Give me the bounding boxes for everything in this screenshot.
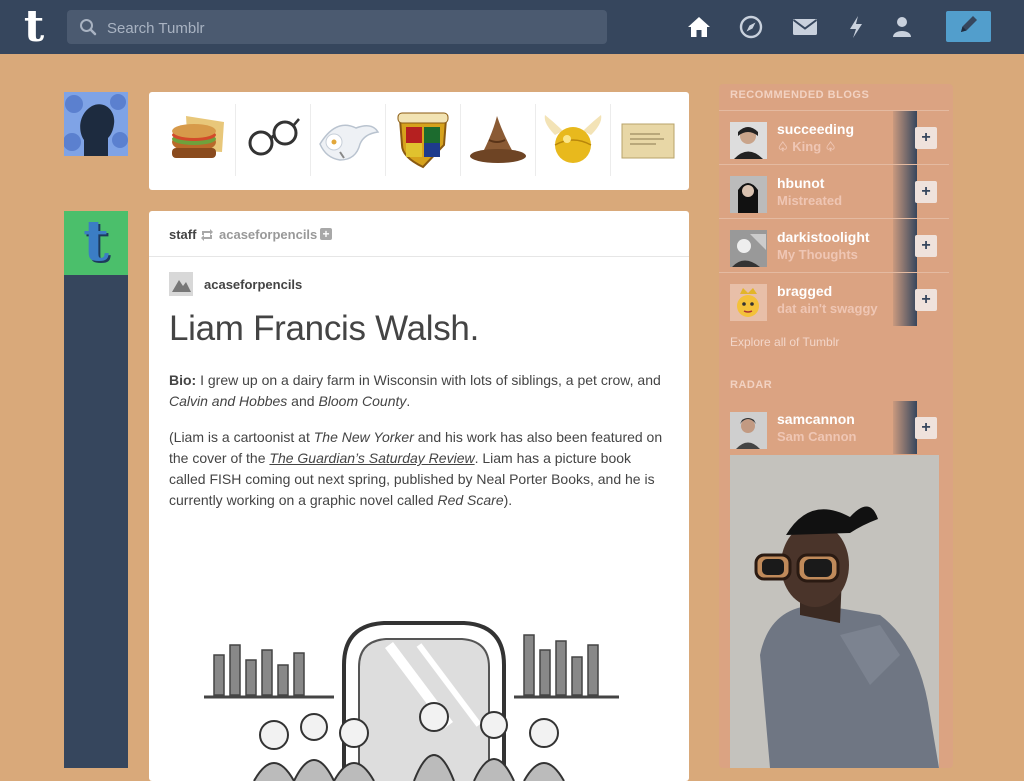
blog-subtitle: ♤ King ♤ — [777, 139, 837, 154]
info-paragraph: (Liam is a cartoonist at The New Yorker … — [169, 427, 669, 511]
hogwarts-crest-icon — [386, 104, 461, 176]
cartoon-image — [194, 605, 629, 781]
blog-name[interactable]: succeeding — [777, 121, 854, 137]
blog-avatar[interactable] — [730, 230, 767, 267]
blog-preview-strip — [893, 219, 917, 272]
reblogged-from-link[interactable]: acaseforpencils — [219, 227, 317, 242]
info-emphasis: Red Scare — [437, 492, 504, 508]
post-title: Liam Francis Walsh. — [169, 309, 480, 348]
home-icon[interactable] — [686, 14, 712, 40]
blog-avatar[interactable] — [730, 412, 767, 449]
staff-avatar[interactable]: t — [64, 211, 128, 275]
follow-button[interactable]: + — [915, 289, 937, 311]
explore-link[interactable]: Explore all of Tumblr — [730, 335, 839, 349]
follow-button[interactable]: + — [915, 235, 937, 257]
reblog-icon — [200, 228, 214, 246]
blog-preview-strip — [893, 165, 917, 218]
sandwich-icon — [161, 104, 236, 176]
blog-preview-strip — [893, 111, 917, 164]
radar-title: RADAR — [730, 379, 773, 391]
blog-name[interactable]: bragged — [777, 283, 832, 299]
follow-button[interactable]: + — [915, 181, 937, 203]
blog-preview-strip — [893, 273, 917, 326]
radar-blog-item[interactable]: samcannon Sam Cannon + — [719, 401, 949, 455]
blog-subtitle: dat ain't swaggy — [777, 301, 878, 316]
bio-text: . — [406, 393, 411, 409]
pencil-icon — [958, 13, 980, 40]
bio-emphasis: Calvin and Hobbes — [169, 393, 288, 409]
image-set-post — [149, 92, 689, 190]
text-post: staff acaseforpencils + acaseforpencils … — [149, 211, 689, 781]
mail-icon[interactable] — [792, 14, 818, 40]
post-avatar-strip — [64, 275, 128, 768]
bio-text: and — [287, 393, 319, 409]
recommended-blog-item[interactable]: succeeding ♤ King ♤ + — [719, 110, 949, 165]
blog-avatar[interactable] — [730, 176, 767, 213]
blog-preview-strip — [893, 401, 917, 454]
owl-icon — [311, 104, 386, 176]
bio-paragraph: Bio: I grew up on a dairy farm in Wiscon… — [169, 370, 669, 412]
golden-snitch-icon — [536, 104, 611, 176]
blog-subtitle: Mistreated — [777, 193, 843, 208]
blog-subtitle: Sam Cannon — [777, 429, 857, 444]
staff-logo: t — [83, 208, 109, 274]
recommended-blog-item[interactable]: darkistoolight My Thoughts + — [719, 218, 949, 273]
recommended-blog-item[interactable]: hbunot Mistreated + — [719, 164, 949, 219]
recommended-blogs-title: RECOMMENDED BLOGS — [730, 89, 870, 101]
radar-post-image[interactable] — [730, 455, 939, 768]
guardian-link[interactable]: The Guardian’s Saturday Review — [269, 450, 474, 466]
search-bar[interactable] — [67, 10, 607, 46]
source-avatar[interactable] — [169, 272, 193, 296]
blog-name[interactable]: samcannon — [777, 411, 855, 427]
blog-name[interactable]: darkistoolight — [777, 229, 870, 245]
bio-emphasis: Bloom County — [318, 393, 407, 409]
search-input[interactable] — [105, 10, 599, 46]
bio-text: I grew up on a dairy farm in Wisconsin w… — [196, 372, 661, 388]
blog-subtitle: My Thoughts — [777, 247, 858, 262]
follow-button[interactable]: + — [915, 417, 937, 439]
compass-icon[interactable] — [738, 14, 764, 40]
info-emphasis: The New Yorker — [313, 429, 414, 445]
info-text: (Liam is a cartoonist at — [169, 429, 314, 445]
blog-name[interactable]: hbunot — [777, 175, 824, 191]
letter-icon — [611, 104, 685, 176]
compose-button[interactable] — [946, 11, 991, 42]
post-author-link[interactable]: staff — [169, 227, 196, 242]
recommended-blog-item[interactable]: bragged dat ain't swaggy + — [719, 272, 949, 327]
glasses-icon — [236, 104, 311, 176]
source-blog-name[interactable]: acaseforpencils — [204, 277, 302, 292]
lightning-icon[interactable] — [843, 14, 869, 40]
follow-plus-button[interactable]: + — [320, 228, 332, 240]
post-header: staff acaseforpencils + — [149, 211, 689, 257]
blog-avatar[interactable] — [730, 284, 767, 321]
follow-button[interactable]: + — [915, 127, 937, 149]
tumblr-logo[interactable]: t — [16, 5, 52, 49]
user-avatar[interactable] — [64, 92, 128, 156]
sorting-hat-icon — [461, 104, 536, 176]
info-text: ). — [503, 492, 513, 508]
bio-label: Bio: — [169, 372, 197, 388]
top-navigation-bar: t — [0, 0, 1024, 54]
account-icon[interactable] — [889, 14, 915, 40]
blog-avatar[interactable] — [730, 122, 767, 159]
search-icon — [79, 18, 97, 41]
